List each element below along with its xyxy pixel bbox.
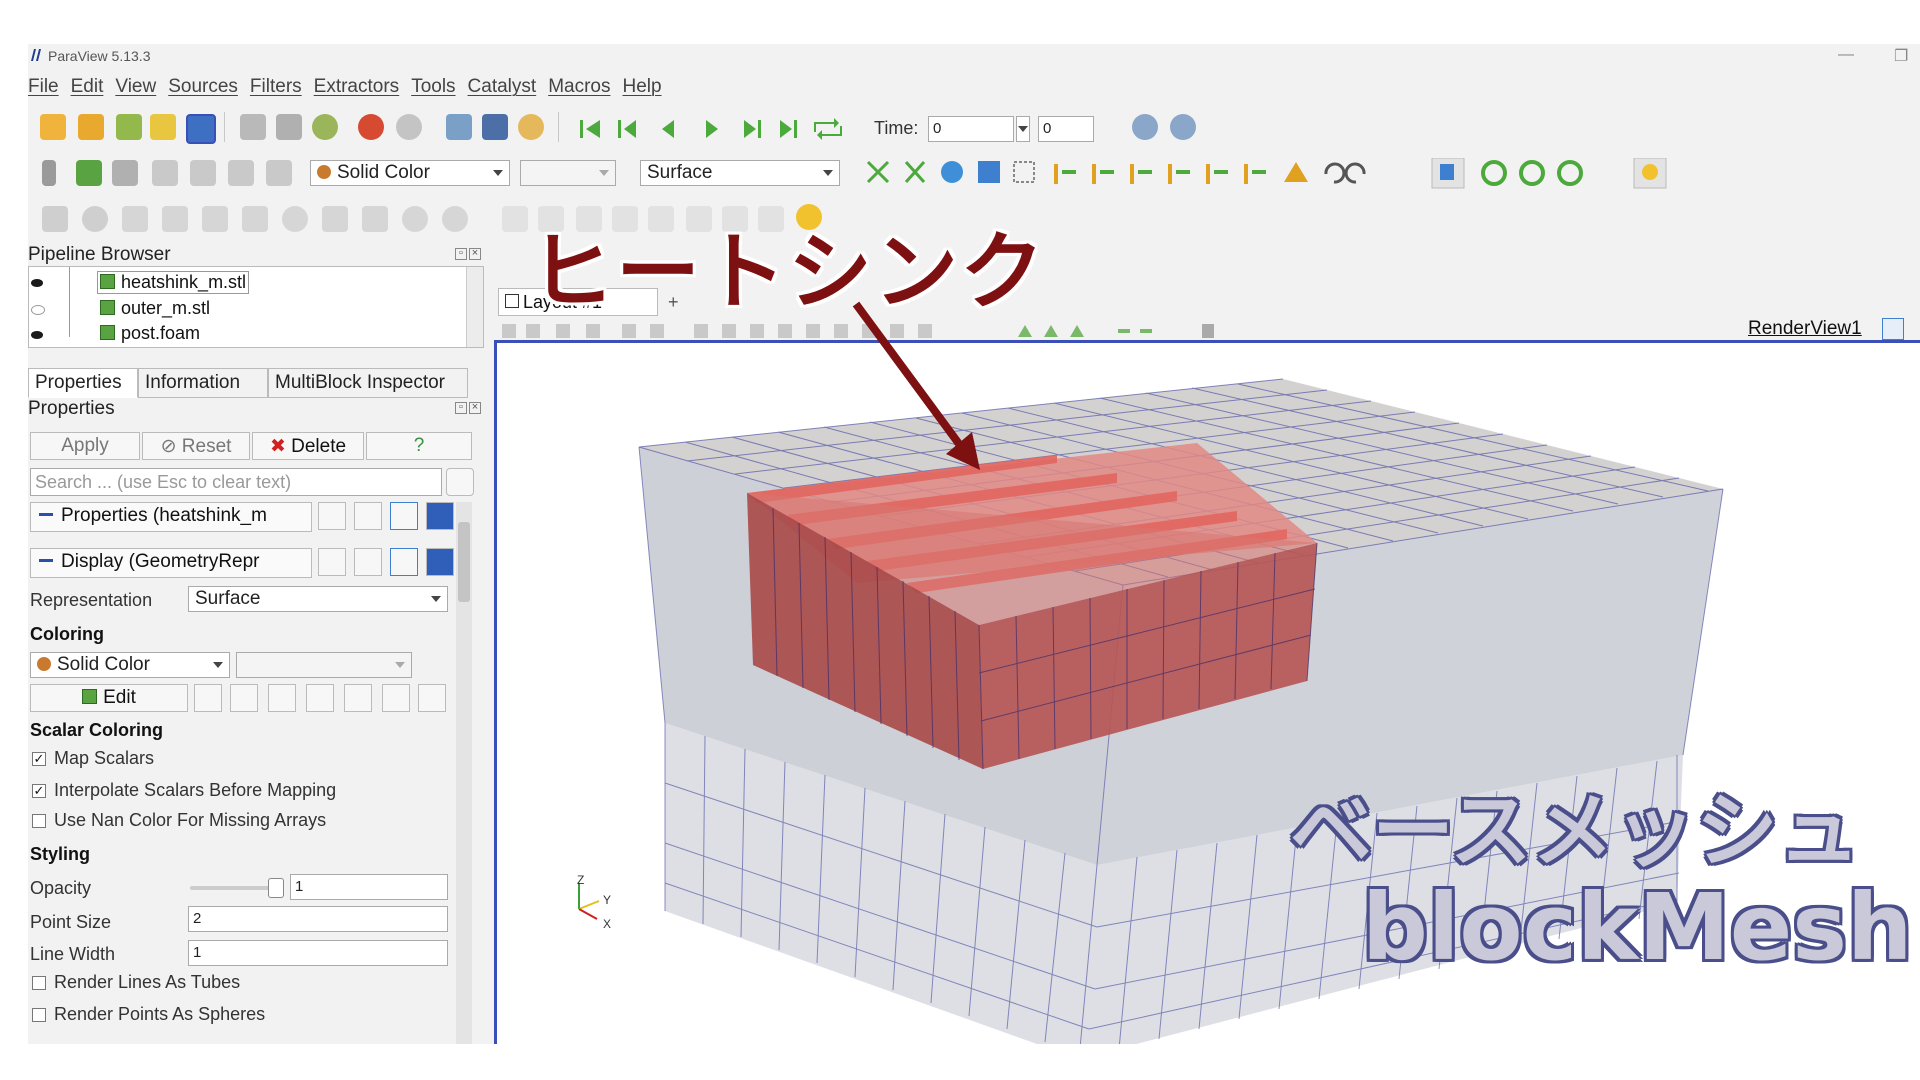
blockmesh-annotation: blockMesh: [1362, 874, 1913, 981]
heatsink-annotation: ヒートシンク: [530, 223, 1047, 321]
base-mesh-annotation: ベースメッシュ: [1290, 784, 1860, 879]
